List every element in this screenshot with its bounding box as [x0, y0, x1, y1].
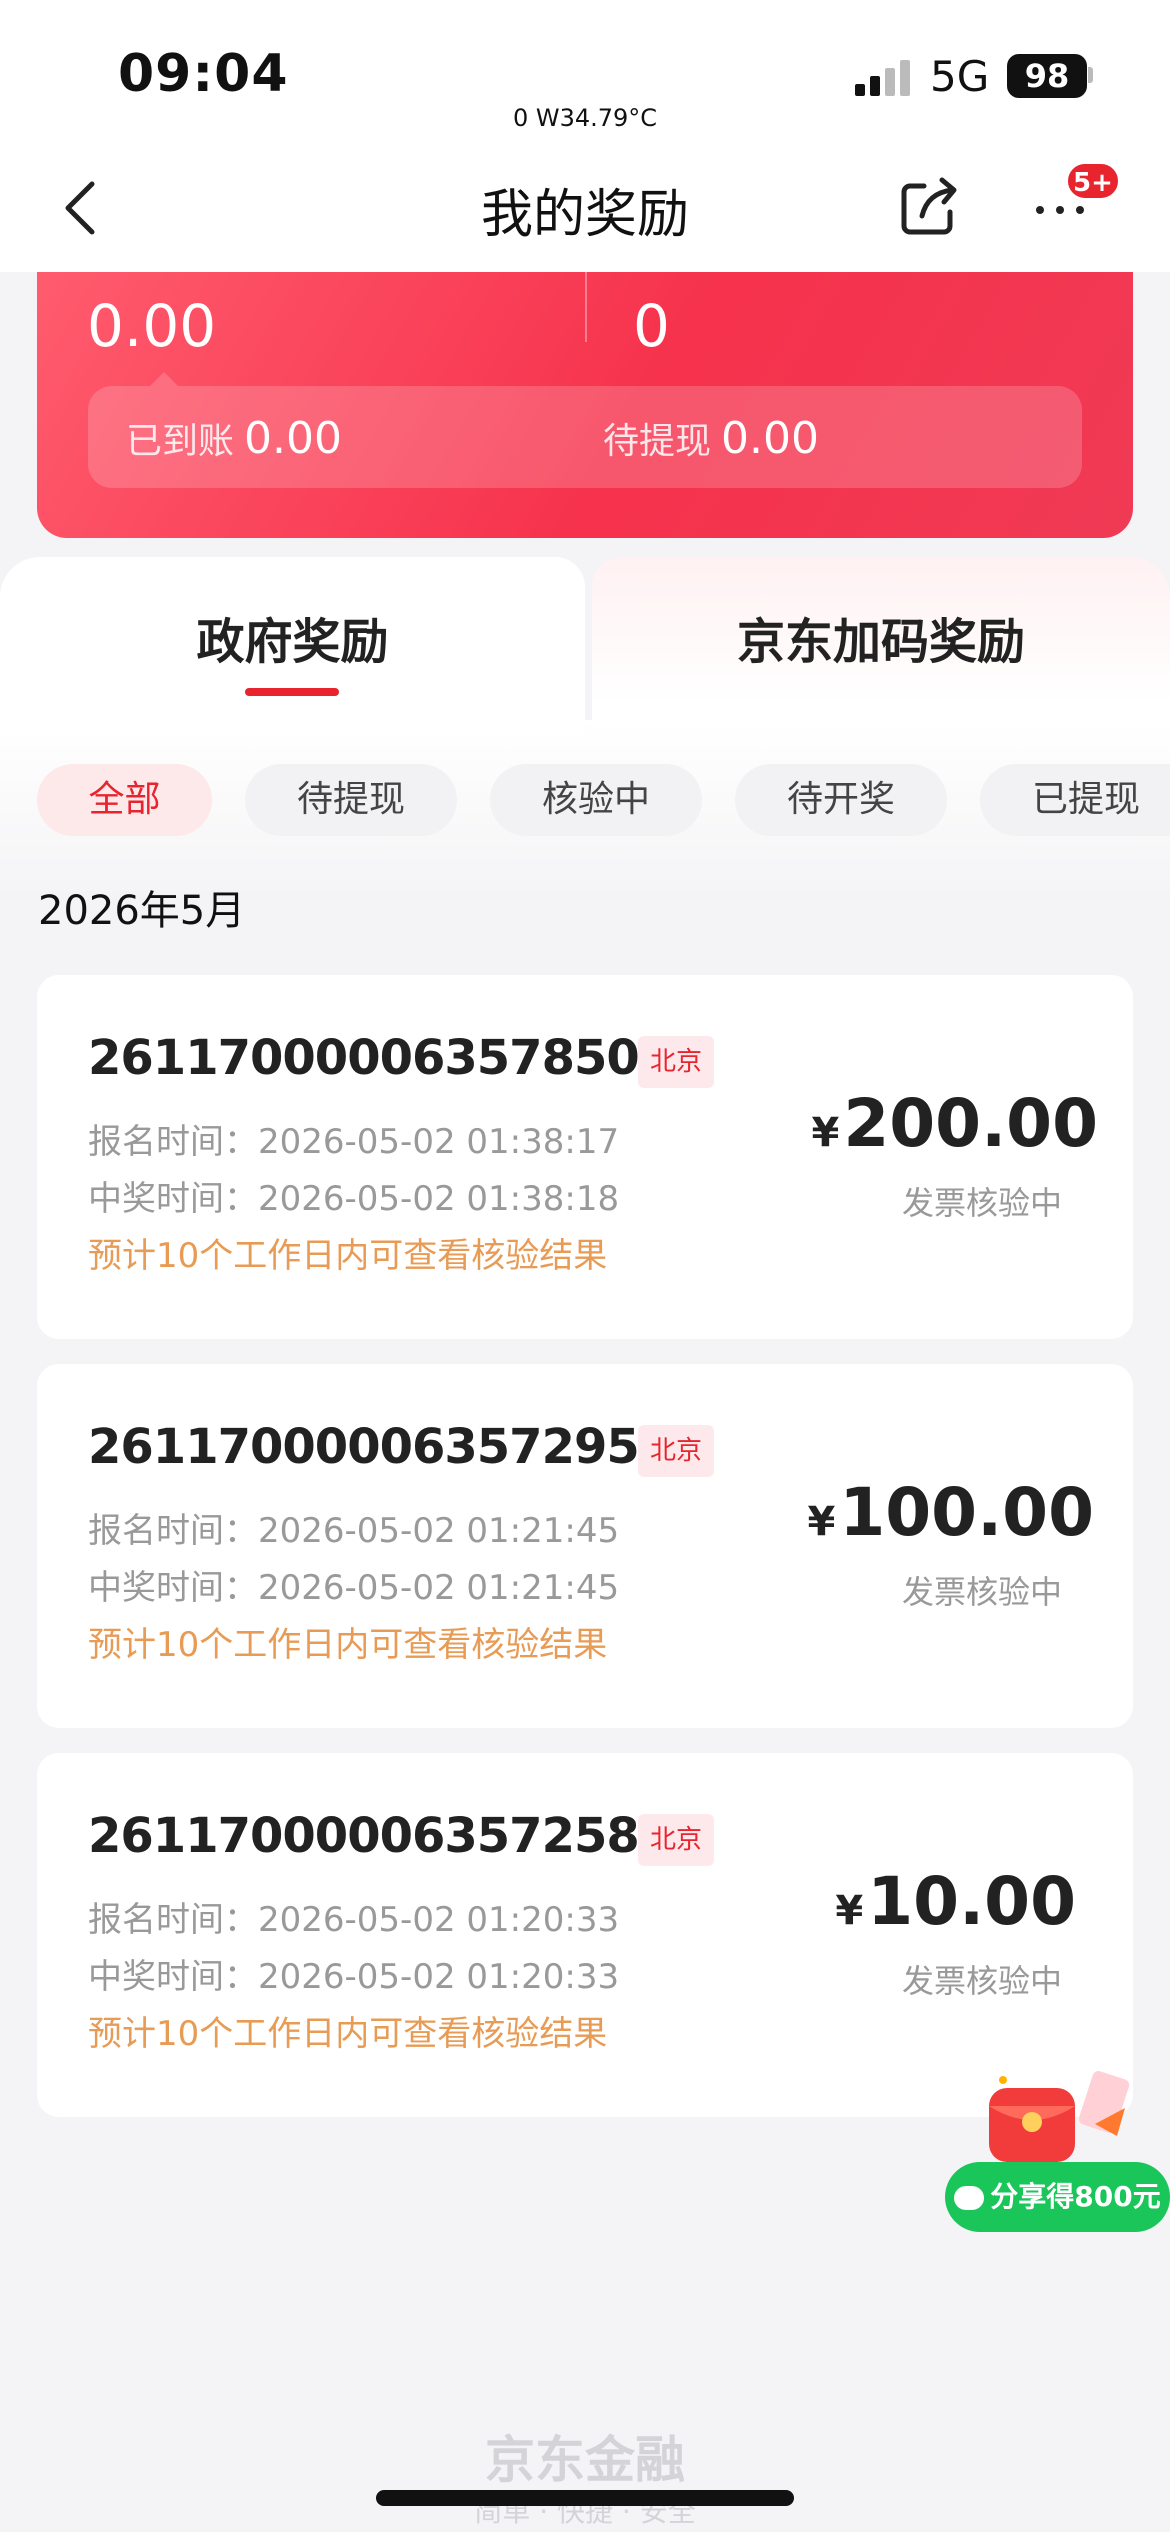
- signup-time-value: 2026-05-02 01:38:17: [258, 1122, 620, 1162]
- reward-status: 发票核验中: [901, 1184, 1062, 1222]
- signup-time-label: 报名时间：: [88, 1122, 258, 1162]
- order-number: 2611700000635729559: [88, 1419, 705, 1475]
- amount-value: 100.00: [839, 1474, 1094, 1551]
- win-time: 中奖时间：2026-05-02 01:20:33: [88, 1949, 619, 1998]
- more-dot-icon: [1076, 206, 1084, 214]
- pending-summary: 待提现 0.00: [603, 412, 819, 464]
- status-temperature: 0 W34.79°C: [512, 104, 658, 132]
- summary-pointer: [150, 372, 178, 386]
- received-label: 已到账: [126, 421, 235, 462]
- region-tag: 北京: [638, 1425, 714, 1477]
- signup-time-label: 报名时间：: [88, 1900, 258, 1940]
- more-dot-icon: [1036, 206, 1044, 214]
- summary-amount-right: 0: [633, 292, 670, 360]
- signup-time-value: 2026-05-02 01:21:45: [258, 1511, 620, 1551]
- battery-icon: 98: [1007, 54, 1087, 98]
- filter-verifying[interactable]: 核验中: [490, 764, 702, 836]
- tab-active-indicator: [245, 688, 339, 696]
- share-reward-button[interactable]: 分享得800元: [945, 2162, 1170, 2232]
- network-type: 5G: [930, 52, 990, 101]
- verify-hint: 预计10个工作日内可查看核验结果: [88, 1625, 608, 1665]
- win-time-value: 2026-05-02 01:38:18: [258, 1179, 620, 1219]
- reward-amount: ¥10.00: [800, 1863, 1076, 1940]
- more-badge: 5+: [1066, 162, 1120, 200]
- reward-amount: ¥100.00: [800, 1474, 1094, 1551]
- currency-symbol: ¥: [835, 1888, 864, 1934]
- share-button[interactable]: [900, 176, 960, 238]
- pending-label: 待提现: [603, 421, 712, 462]
- win-time-value: 2026-05-02 01:20:33: [258, 1957, 620, 1997]
- amount-value: 10.00: [867, 1863, 1076, 1940]
- amount-value: 200.00: [843, 1085, 1098, 1162]
- filter-pending-withdraw[interactable]: 待提现: [245, 764, 457, 836]
- reward-status: 发票核验中: [901, 1962, 1062, 2000]
- signup-time: 报名时间：2026-05-02 01:38:17: [88, 1114, 619, 1163]
- signup-time: 报名时间：2026-05-02 01:20:33: [88, 1892, 619, 1941]
- tab-government-reward[interactable]: 政府奖励: [0, 602, 585, 672]
- battery-tip: [1088, 67, 1093, 83]
- more-button[interactable]: [1030, 200, 1090, 220]
- reward-status: 发票核验中: [901, 1573, 1062, 1611]
- win-time-label: 中奖时间：: [88, 1568, 258, 1608]
- summary-amount-left: 0.00: [87, 292, 217, 360]
- currency-symbol: ¥: [807, 1499, 836, 1545]
- pending-value: 0.00: [721, 413, 819, 464]
- win-time-label: 中奖时间：: [88, 1179, 258, 1219]
- order-number: 2611700000635785038: [88, 1030, 705, 1086]
- order-number: 2611700000635725895: [88, 1808, 705, 1864]
- currency-symbol: ¥: [811, 1110, 840, 1156]
- month-header: 2026年5月: [38, 888, 246, 934]
- share-reward-label: 分享得800元: [990, 2180, 1161, 2213]
- tab-jd-bonus-reward[interactable]: 京东加码奖励: [592, 602, 1170, 672]
- received-summary: 已到账 0.00: [126, 412, 342, 464]
- footer-logo: 京东金融: [485, 2431, 685, 2489]
- page-title: 我的奖励: [480, 185, 689, 245]
- verify-hint: 预计10个工作日内可查看核验结果: [88, 2014, 608, 2054]
- signup-time-label: 报名时间：: [88, 1511, 258, 1551]
- more-dot-icon: [1056, 206, 1064, 214]
- filter-withdrawn[interactable]: 已提现: [980, 764, 1170, 836]
- signup-time-value: 2026-05-02 01:20:33: [258, 1900, 620, 1940]
- filter-pending-draw[interactable]: 待开奖: [735, 764, 947, 836]
- received-value: 0.00: [244, 413, 342, 464]
- verify-hint: 预计10个工作日内可查看核验结果: [88, 1236, 608, 1276]
- reward-amount: ¥200.00: [800, 1085, 1098, 1162]
- region-tag: 北京: [638, 1814, 714, 1866]
- signup-time: 报名时间：2026-05-02 01:21:45: [88, 1503, 619, 1552]
- filter-all[interactable]: 全部: [37, 764, 212, 836]
- win-time: 中奖时间：2026-05-02 01:21:45: [88, 1560, 619, 1609]
- win-time-value: 2026-05-02 01:21:45: [258, 1568, 620, 1608]
- share-icon: [901, 177, 957, 235]
- region-tag: 北京: [638, 1036, 714, 1088]
- status-time: 09:04: [118, 44, 289, 104]
- home-indicator[interactable]: [376, 2490, 794, 2506]
- signal-icon: [855, 60, 915, 96]
- win-time-label: 中奖时间：: [88, 1957, 258, 1997]
- wechat-icon: [954, 2186, 985, 2210]
- win-time: 中奖时间：2026-05-02 01:38:18: [88, 1171, 619, 1220]
- summary-divider: [585, 272, 587, 342]
